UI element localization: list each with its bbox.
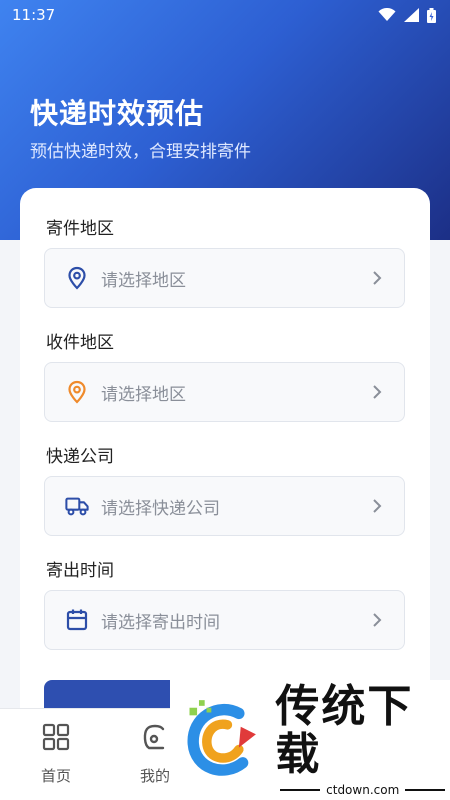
status-bar: 11:37 xyxy=(0,0,450,30)
sender-region-placeholder: 请选择地区 xyxy=(101,270,186,291)
signal-icon xyxy=(404,8,419,22)
tab-home-label: 首页 xyxy=(40,767,71,785)
chevron-right-icon xyxy=(373,613,382,627)
chevron-right-icon xyxy=(373,499,382,513)
wifi-icon xyxy=(378,8,396,21)
truck-icon xyxy=(65,494,89,518)
tab-home[interactable]: 首页 xyxy=(21,723,91,786)
watermark-brand: 传统下载 xyxy=(275,680,414,780)
receiver-region-label: 收件地区 xyxy=(46,333,114,353)
send-time-select[interactable]: 请选择寄出时间 xyxy=(44,590,405,650)
send-time-label: 寄出时间 xyxy=(46,561,114,581)
sender-region-label: 寄件地区 xyxy=(46,219,114,239)
site-watermark: 传统下载 ctdown.com xyxy=(170,680,450,800)
watermark-logo xyxy=(187,700,256,776)
calendar-icon xyxy=(65,608,89,632)
chevron-right-icon xyxy=(373,271,382,285)
location-pin-icon xyxy=(65,266,89,290)
tab-profile-label: 我的 xyxy=(139,767,170,785)
profile-icon xyxy=(143,724,165,750)
status-time: 11:37 xyxy=(12,6,56,24)
courier-company-select[interactable]: 请选择快递公司 xyxy=(44,476,405,536)
battery-icon xyxy=(427,7,436,23)
sender-region-select[interactable]: 请选择地区 xyxy=(44,248,405,308)
grid-icon xyxy=(42,723,70,751)
courier-company-label: 快递公司 xyxy=(46,447,114,467)
form-card: 寄件地区 请选择地区 收件地区 请选择地区 快递公司 请选择快递公司 寄出时间 … xyxy=(20,188,430,748)
send-time-placeholder: 请选择寄出时间 xyxy=(101,612,220,633)
watermark-url: ctdown.com xyxy=(326,783,400,798)
page-title: 快递时效预估 xyxy=(30,97,205,130)
chevron-right-icon xyxy=(373,385,382,399)
receiver-region-select[interactable]: 请选择地区 xyxy=(44,362,405,422)
receiver-region-placeholder: 请选择地区 xyxy=(101,384,186,405)
courier-company-placeholder: 请选择快递公司 xyxy=(101,498,220,519)
location-pin-icon xyxy=(65,380,89,404)
page-subtitle: 预估快递时效，合理安排寄件 xyxy=(30,142,251,162)
